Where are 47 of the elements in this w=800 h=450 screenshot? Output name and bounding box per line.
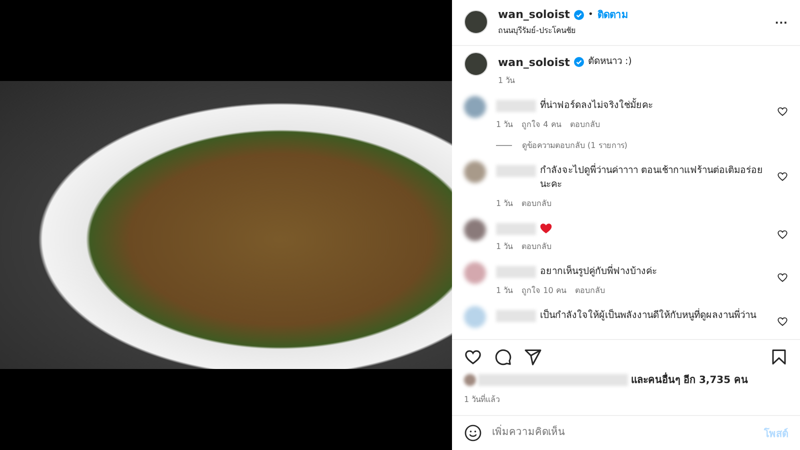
blurred-username: [496, 266, 536, 278]
reply-link[interactable]: ตอบกลับ: [574, 284, 605, 297]
username[interactable]: wan_soloist: [498, 56, 570, 68]
like-icon[interactable]: [777, 106, 788, 117]
like-icon[interactable]: [464, 348, 482, 366]
like-icon[interactable]: [777, 316, 788, 327]
comment-text: อยากเห็นรูปคู่กับพี่ฟางบ้างค่ะ: [540, 265, 658, 279]
follow-link[interactable]: ติดตาม: [597, 7, 628, 22]
comment-text: กำลังจะไปดูพี่ว่านค่าาาา ตอนเช้ากาแฟร้านต่อเติมอร่อยนะคะ: [540, 164, 764, 192]
blurred-avatar: [464, 374, 476, 386]
like-icon[interactable]: [777, 272, 788, 283]
comment-time: 1 วัน: [496, 198, 513, 210]
username[interactable]: wan_soloist: [498, 8, 570, 21]
blurred-username: [496, 165, 536, 177]
comment-time: 1 วัน: [496, 241, 513, 253]
avatar[interactable]: [464, 52, 488, 76]
caption-text: ตัดหนาว :): [588, 55, 632, 69]
send-icon[interactable]: [524, 348, 542, 366]
comment-text: ที่น่าฟอร์ดลงไม่จริงใช่มั้ยคะ: [540, 99, 654, 113]
emoji-icon[interactable]: [464, 424, 482, 442]
likes-count[interactable]: และคนอื่นๆ อีก 3,735 คน: [631, 372, 748, 387]
comment-time: 1 วัน: [496, 285, 513, 297]
comment-input[interactable]: เพิ่มความคิดเห็น: [492, 424, 754, 442]
comment-icon[interactable]: [494, 348, 512, 366]
comment-time: 1 วัน: [496, 119, 513, 131]
comment-time: 1 วัน: [498, 75, 515, 87]
bookmark-icon[interactable]: [770, 348, 788, 366]
blurred-avatar[interactable]: [464, 219, 486, 241]
comment-text: เป็นกำลังใจให้ผู้เป็นพลังงานดีให้กับหนูที่ดูผลงานพี่ว่าน: [540, 309, 758, 323]
reply-link[interactable]: ตอบกลับ: [522, 197, 552, 210]
avatar[interactable]: [464, 10, 488, 34]
location-link[interactable]: ถนนบุรีรัมย์-ประโคนชัย: [498, 24, 765, 37]
view-replies-link[interactable]: ดูข้อความตอบกลับ (1 รายการ): [496, 139, 628, 152]
blurred-username: [496, 223, 536, 235]
separator: •: [588, 10, 594, 20]
heart-emoji-icon: [540, 223, 552, 234]
blurred-username: [496, 100, 536, 112]
likes-count[interactable]: ถูกใจ 10 คน: [522, 284, 566, 297]
like-icon[interactable]: [777, 171, 788, 182]
reply-link[interactable]: ตอบกลับ: [570, 118, 600, 131]
blurred-avatar[interactable]: [464, 161, 486, 183]
more-button[interactable]: ···: [775, 14, 788, 30]
blurred-username: [496, 310, 536, 322]
reply-link[interactable]: ตอบกลับ: [522, 240, 552, 253]
post-time: 1 วันที่แล้ว: [452, 387, 800, 416]
likes-count[interactable]: ถูกใจ 4 คน: [522, 118, 561, 131]
like-icon[interactable]: [777, 229, 788, 240]
